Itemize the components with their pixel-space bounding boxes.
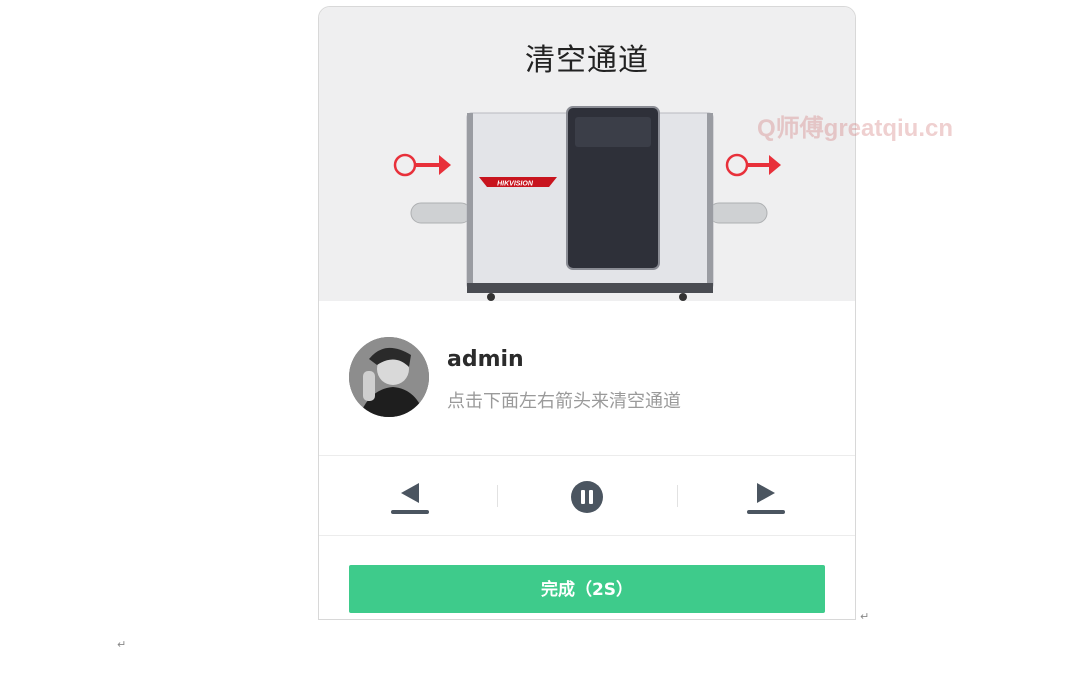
clear-channel-card: 清空通道 HIKVISION admin 点击下面左右箭头来清空通道 完成（2S… <box>318 6 856 620</box>
avatar-portrait-icon <box>349 337 429 417</box>
divider <box>319 455 855 456</box>
instruction-text: 点击下面左右箭头来清空通道 <box>447 391 681 412</box>
move-right-button[interactable] <box>735 473 795 517</box>
hero-section: 清空通道 HIKVISION <box>319 7 855 301</box>
conveyor-left-icon <box>391 483 429 514</box>
done-button[interactable]: 完成（2S） <box>349 565 825 613</box>
divider <box>319 535 855 536</box>
conveyor-right-icon <box>747 483 785 514</box>
move-left-button[interactable] <box>379 473 439 517</box>
control-separator <box>497 485 498 507</box>
paragraph-mark: ↵ <box>117 638 127 651</box>
control-bar <box>319 457 855 535</box>
xray-scanner-illustration: HIKVISION <box>393 106 781 301</box>
pause-icon <box>571 481 603 513</box>
control-separator <box>677 485 678 507</box>
pause-button[interactable] <box>557 473 617 517</box>
avatar <box>349 337 429 417</box>
brand-label: HIKVISION <box>497 181 534 188</box>
paragraph-mark: ↵ <box>860 610 870 623</box>
user-info: admin 点击下面左右箭头来清空通道 <box>349 337 829 421</box>
watermark-text: Q师傅greatqiu.cn <box>757 115 954 142</box>
username: admin <box>447 347 524 372</box>
